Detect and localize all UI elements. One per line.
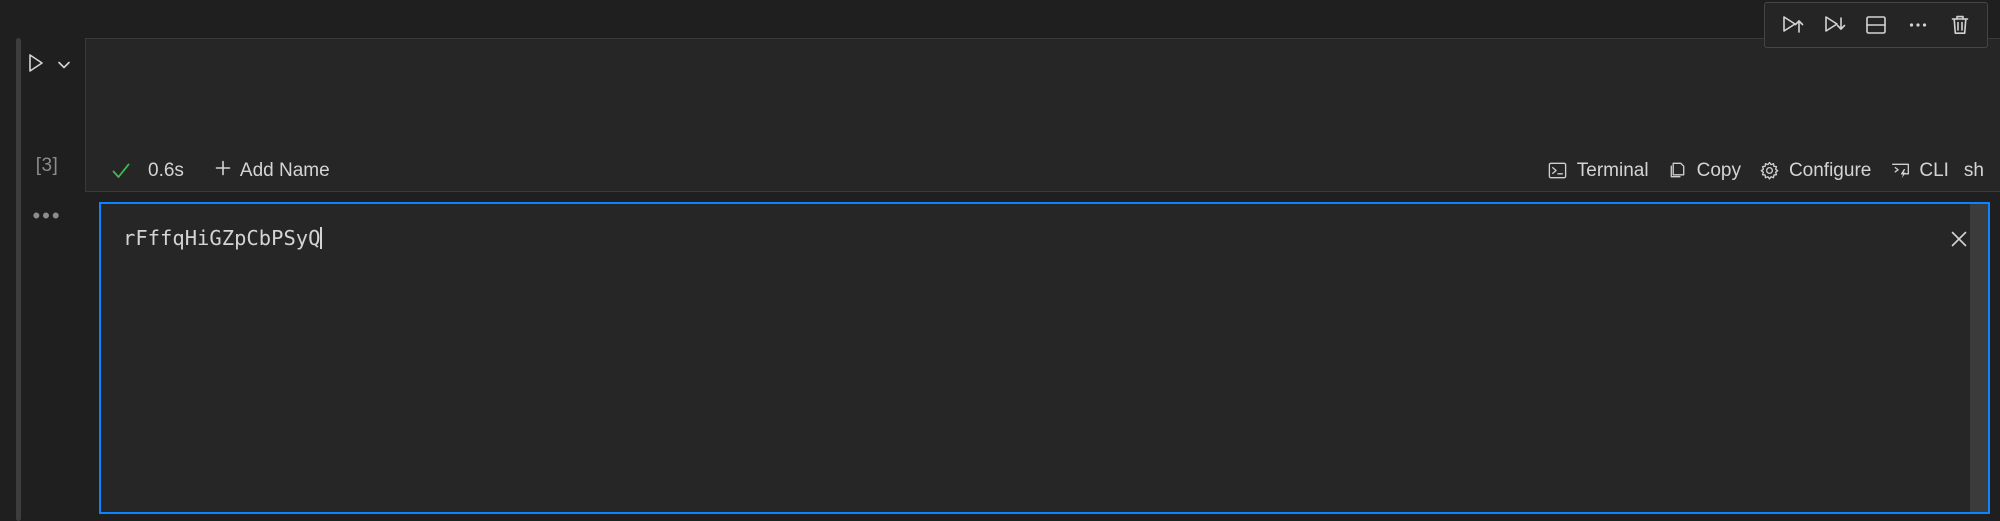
text-caret: [320, 227, 323, 249]
terminal-icon: [1547, 160, 1569, 182]
language-selector[interactable]: sh: [1958, 156, 1990, 186]
output-text-content: rFffqHiGZpCbPSyQ: [101, 204, 323, 252]
plus-icon: [213, 158, 233, 184]
cell-toolbar: [1764, 2, 1988, 48]
output-close-button[interactable]: [1944, 226, 1974, 256]
run-cell-button[interactable]: [22, 52, 48, 78]
cell-run-gutter: [22, 40, 86, 150]
execution-duration: 0.6s: [148, 159, 184, 181]
add-name-label: Add Name: [239, 159, 330, 181]
play-arrow-up-icon: [1779, 12, 1805, 38]
cell-collapse-button[interactable]: [54, 54, 74, 80]
checkmark-icon: [108, 158, 134, 184]
run-below-button[interactable]: [1813, 6, 1855, 44]
notebook-cell: [3] ••• kubectl -n argocd get secrets ar…: [0, 0, 2000, 521]
configure-action-label: Configure: [1788, 159, 1872, 181]
cell-output-area[interactable]: rFffqHiGZpCbPSyQ: [99, 202, 1990, 514]
ellipsis-icon: [1905, 12, 1931, 38]
execution-count-label: [3]: [35, 155, 59, 176]
output-value: rFffqHiGZpCbPSyQ: [123, 226, 321, 250]
copy-action[interactable]: Copy: [1658, 156, 1750, 186]
cell-status-bar: 0.6s Add Name Terminal Copy Configure CL…: [85, 150, 2000, 192]
copy-action-label: Copy: [1696, 159, 1741, 181]
configure-action[interactable]: Configure: [1750, 156, 1880, 186]
add-name-button[interactable]: Add Name: [208, 155, 335, 187]
output-collapse-button[interactable]: •••: [22, 205, 72, 227]
code-editor[interactable]: kubectl -n argocd get secrets argocd-ini…: [85, 38, 2000, 151]
chevron-down-icon: [55, 56, 73, 79]
trash-icon: [1947, 12, 1973, 38]
status-left-group: 0.6s Add Name: [108, 155, 335, 187]
gear-icon: [1759, 160, 1781, 182]
delete-cell-button[interactable]: [1939, 6, 1981, 44]
code-area[interactable]: kubectl -n argocd get secrets argocd-ini…: [86, 39, 2000, 151]
play-arrow-down-icon: [1821, 12, 1847, 38]
copy-icon: [1667, 160, 1689, 182]
split-panel-icon: [1863, 12, 1889, 38]
more-actions-button[interactable]: [1897, 6, 1939, 44]
cli-action-label: CLI: [1919, 159, 1949, 181]
close-x-icon: [1947, 227, 1971, 256]
cli-action[interactable]: CLI: [1880, 156, 1958, 186]
status-actions-group: Terminal Copy Configure CLI sh: [1538, 156, 1994, 186]
cell-focus-rail: [16, 38, 21, 521]
split-cell-button[interactable]: [1855, 6, 1897, 44]
cli-lightning-icon: [1889, 160, 1911, 182]
terminal-action-label: Terminal: [1576, 159, 1649, 181]
run-above-button[interactable]: [1771, 6, 1813, 44]
terminal-action[interactable]: Terminal: [1538, 156, 1658, 186]
play-triangle-icon: [23, 51, 47, 80]
code-line-1: kubectl -n argocd get secrets argocd-ini…: [86, 125, 2000, 151]
